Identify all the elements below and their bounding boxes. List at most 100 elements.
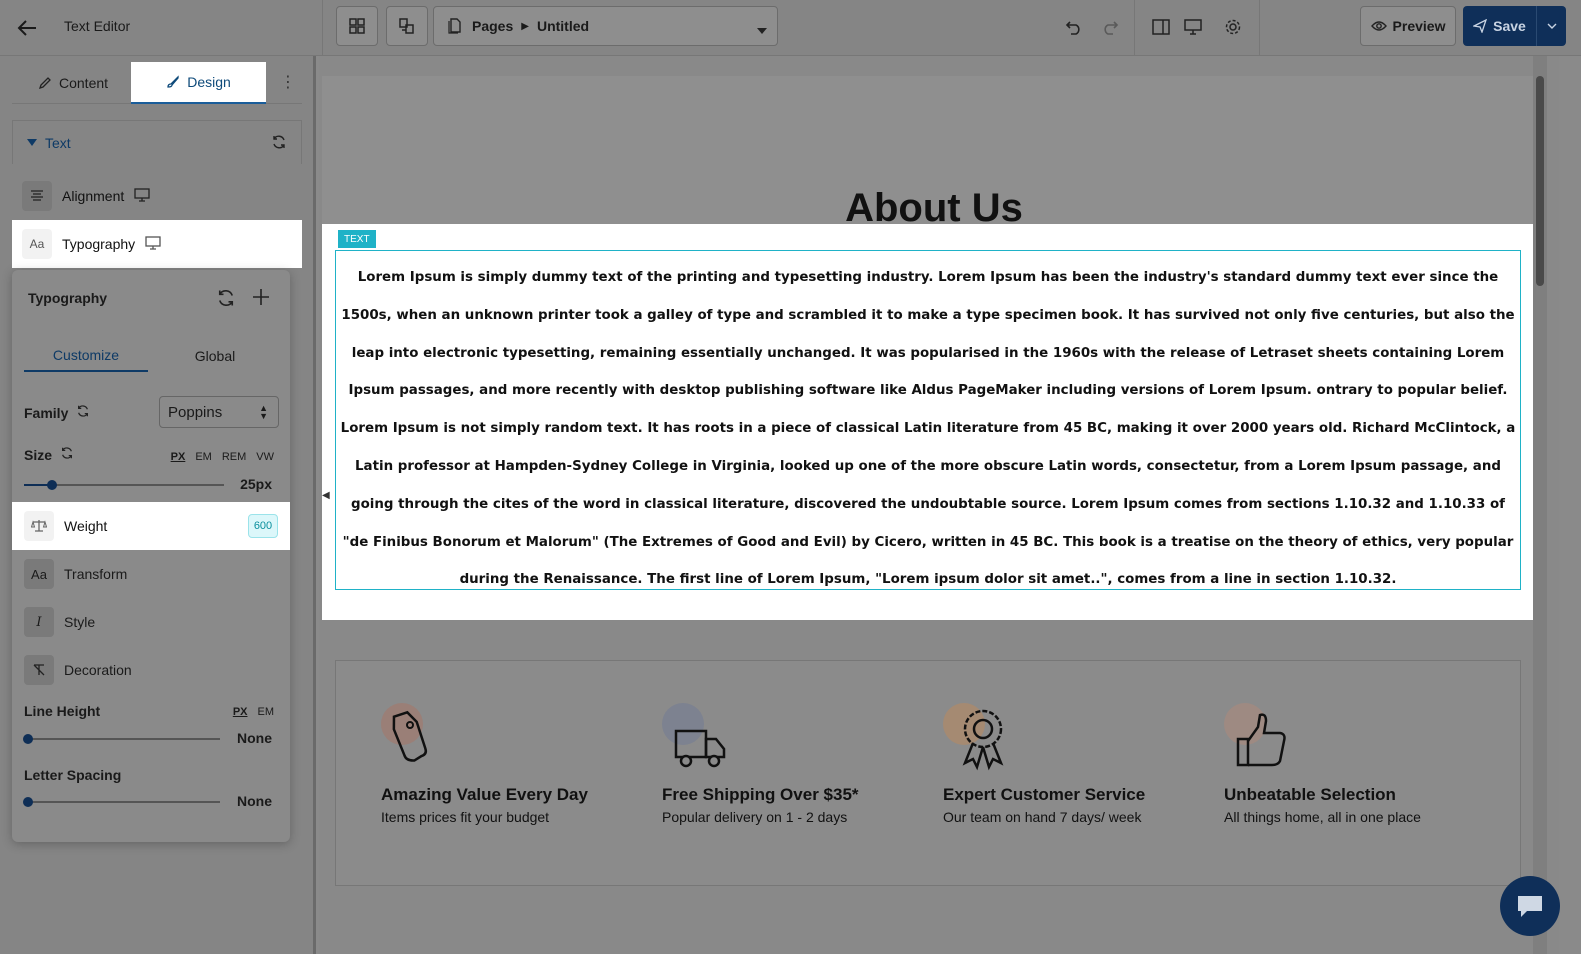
save-label: Save — [1493, 18, 1526, 34]
unit-px[interactable]: PX — [171, 451, 186, 463]
feature-description: All things home, all in one place — [1224, 809, 1421, 825]
reset-icon[interactable] — [60, 446, 74, 463]
collapse-panel-handle-icon[interactable]: ◀ — [322, 490, 330, 501]
chat-bubble-button[interactable] — [1500, 876, 1560, 936]
caret-down-icon — [27, 138, 37, 146]
tab-customize[interactable]: Customize — [24, 340, 148, 372]
select-arrows-icon: ▲ ▼ — [259, 403, 268, 421]
undo-icon[interactable] — [1063, 16, 1085, 38]
preview-button[interactable]: Preview — [1360, 6, 1456, 46]
letter-spacing-value: None — [237, 793, 272, 809]
desktop-icon — [134, 187, 150, 205]
pencil-icon — [38, 77, 51, 90]
text-element[interactable]: Lorem Ipsum is simply dummy text of the … — [335, 250, 1521, 590]
feature-card[interactable]: Expert Customer Service Our team on hand… — [943, 701, 1203, 825]
toggle-panel-icon[interactable] — [1150, 16, 1172, 38]
text-section: TEXT Lorem Ipsum is simply dummy text of… — [322, 224, 1534, 620]
font-family-value: Poppins — [168, 403, 223, 421]
save-main[interactable]: Save — [1463, 6, 1536, 46]
feature-description: Our team on hand 7 days/ week — [943, 809, 1142, 825]
line-height-slider[interactable] — [23, 734, 220, 744]
font-family-select[interactable]: Poppins ▲ ▼ — [159, 396, 279, 428]
feature-description: Items prices fit your budget — [381, 809, 550, 825]
popover-title: Typography — [28, 290, 108, 306]
eye-icon — [1370, 21, 1387, 31]
page-selector[interactable]: Pages ▶ Untitled — [433, 6, 778, 46]
text-element-tag: TEXT — [338, 230, 376, 248]
alignment-row[interactable]: Alignment — [12, 172, 302, 220]
size-field-label: Size — [24, 446, 74, 463]
more-options-icon[interactable]: ⋮ — [280, 72, 296, 92]
tab-design[interactable]: Design — [131, 62, 266, 104]
truck-icon — [662, 701, 732, 771]
back-arrow-icon[interactable] — [14, 15, 40, 41]
reset-icon[interactable] — [271, 134, 287, 153]
typography-label: Typography — [62, 236, 136, 252]
section-title: Text — [45, 134, 71, 151]
unit-vw[interactable]: VW — [256, 451, 274, 463]
top-bar: Text Editor Pages ▶ Untitled Preview Sav… — [0, 0, 1581, 56]
size-units: PX EM REM VW — [171, 451, 274, 463]
feature-card[interactable]: Unbeatable Selection All things home, al… — [1224, 701, 1484, 825]
text-transform-icon: Aa — [24, 559, 54, 589]
weight-value-badge[interactable]: 600 — [248, 514, 278, 538]
tab-design-label: Design — [187, 74, 231, 90]
save-button[interactable]: Save — [1463, 6, 1566, 46]
popover-actions — [216, 288, 270, 313]
left-panel: Content Design ⋮ Text Alignment Aa Typog… — [0, 56, 316, 954]
typography-popover: Typography Customize Global Family Poppi… — [12, 270, 290, 842]
chat-icon — [1518, 896, 1542, 917]
add-icon[interactable] — [252, 288, 270, 313]
size-slider[interactable] — [24, 480, 224, 490]
divider — [322, 0, 323, 56]
canvas-scrollbar[interactable] — [1533, 56, 1547, 954]
gear-icon[interactable] — [1222, 16, 1244, 38]
grid-layout-button[interactable] — [336, 6, 378, 46]
unit-rem[interactable]: REM — [222, 451, 246, 463]
style-row[interactable]: I Style — [12, 598, 290, 646]
feature-card[interactable]: Amazing Value Every Day Items prices fit… — [381, 701, 641, 825]
reset-icon[interactable] — [76, 404, 90, 421]
breadcrumb-caret-icon: ▶ — [521, 20, 529, 32]
panel-tabs: Content Design — [12, 62, 302, 104]
unit-px[interactable]: PX — [233, 706, 248, 718]
tab-global[interactable]: Global — [160, 340, 270, 372]
line-height-label: Line Height — [24, 703, 101, 719]
feature-description: Popular delivery on 1 - 2 days — [662, 809, 848, 825]
unit-em[interactable]: EM — [258, 706, 275, 718]
award-ribbon-icon — [943, 701, 1013, 771]
page-icon — [448, 18, 461, 34]
desktop-icon[interactable] — [1182, 16, 1204, 38]
family-label: Family — [24, 404, 69, 421]
redo-icon[interactable] — [1099, 16, 1121, 38]
weight-label: Weight — [64, 518, 108, 534]
italic-icon: I — [24, 607, 54, 637]
unit-em[interactable]: EM — [195, 451, 212, 463]
size-value: 25px — [240, 476, 272, 492]
decoration-label: Decoration — [64, 662, 132, 678]
editor-title: Text Editor — [64, 18, 131, 34]
feature-title: Amazing Value Every Day — [381, 785, 588, 804]
pages-tree-button[interactable] — [386, 6, 428, 46]
letter-spacing-slider[interactable] — [23, 797, 220, 807]
divider — [1259, 0, 1260, 56]
paragraph-2: Lorem Ipsum is not simply random text. I… — [340, 421, 1516, 588]
feature-card[interactable]: Free Shipping Over $35* Popular delivery… — [662, 701, 922, 825]
typography-row[interactable]: Aa Typography — [12, 220, 302, 268]
weight-row[interactable]: Weight 600 — [12, 502, 290, 550]
font-aa-icon: Aa — [22, 229, 52, 259]
scrollbar-thumb[interactable] — [1536, 76, 1544, 286]
decoration-row[interactable]: Decoration — [12, 646, 290, 694]
tab-content[interactable]: Content — [38, 62, 108, 104]
feature-title: Free Shipping Over $35* — [662, 785, 859, 804]
size-slider-handle[interactable] — [47, 480, 57, 490]
transform-label: Transform — [64, 566, 128, 582]
line-height-slider-handle[interactable] — [23, 734, 33, 744]
sitemap-icon — [399, 18, 414, 34]
typography-subtabs: Customize Global — [24, 340, 280, 372]
transform-row[interactable]: Aa Transform — [12, 550, 290, 598]
letter-spacing-slider-handle[interactable] — [23, 797, 33, 807]
save-dropdown-chevron-icon[interactable] — [1536, 6, 1566, 46]
text-section-header[interactable]: Text — [12, 120, 302, 164]
reset-icon[interactable] — [216, 288, 236, 313]
